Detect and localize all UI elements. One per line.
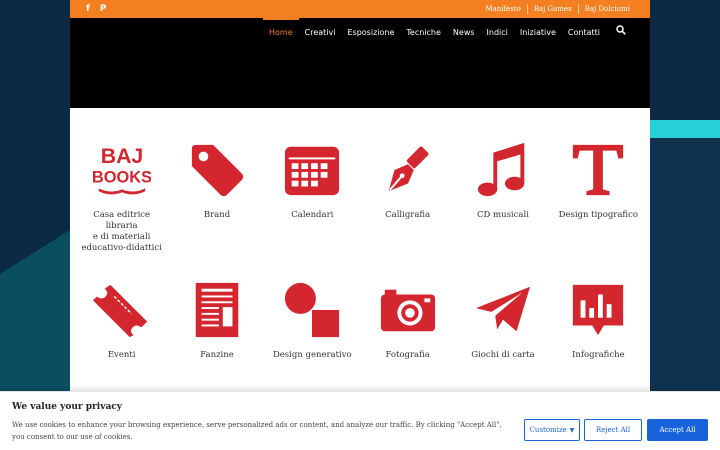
- reject-all-button[interactable]: Reject All: [584, 419, 642, 441]
- background-shape-right: [650, 138, 720, 398]
- page-container: f P Manifesto Baj Games Baj Dolciumi Hom…: [70, 0, 650, 450]
- tile-cd-musicali[interactable]: CD musicali: [455, 140, 550, 254]
- nav-contatti[interactable]: Contatti: [562, 18, 606, 44]
- top-link-baj-games[interactable]: Baj Games: [526, 4, 578, 14]
- nav-esposizione[interactable]: Esposizione: [341, 18, 400, 44]
- camera-icon: [378, 280, 438, 340]
- tile-infografiche[interactable]: Infografiche: [551, 280, 646, 361]
- top-link-baj-dolciumi[interactable]: Baj Dolciumi: [577, 4, 636, 14]
- logo-line-1: BAJ: [100, 144, 143, 168]
- top-link-manifesto[interactable]: Manifesto: [479, 4, 526, 14]
- tile-design-generativo[interactable]: Design generativo: [265, 280, 360, 361]
- tile-label: Fanzine: [200, 350, 234, 360]
- nav-iniziative[interactable]: Iniziative: [514, 18, 562, 44]
- tile-calendari[interactable]: Calendari: [265, 140, 360, 254]
- calendar-icon: [282, 140, 342, 200]
- tile-calligrafia[interactable]: Calligrafia: [360, 140, 455, 254]
- tile-design-tipografico[interactable]: Design tipografico: [551, 140, 646, 254]
- tile-label: Giochi di carta: [471, 350, 535, 360]
- nav-creativi[interactable]: Creativi: [299, 18, 342, 44]
- tile-brand[interactable]: Brand: [169, 140, 264, 254]
- tile-label: Calendari: [291, 210, 334, 220]
- chart-bubble-icon: [568, 280, 628, 340]
- customize-button[interactable]: Customize ▼: [524, 419, 580, 441]
- baj-books-logo: BAJ BOOKS: [92, 140, 152, 200]
- nav-indici[interactable]: Indici: [481, 18, 514, 44]
- top-bar: f P Manifesto Baj Games Baj Dolciumi: [70, 0, 650, 18]
- typography-t-icon: [568, 140, 628, 200]
- search-icon[interactable]: [606, 18, 626, 44]
- paper-plane-icon: [473, 280, 533, 340]
- tag-icon: [187, 140, 247, 200]
- tile-eventi[interactable]: Eventi: [74, 280, 169, 361]
- pinterest-icon[interactable]: P: [100, 4, 107, 14]
- tile-label: Fotografia: [385, 350, 430, 360]
- ticket-icon: [92, 280, 152, 340]
- tile-label: CD musicali: [477, 210, 529, 220]
- tile-giochi-di-carta[interactable]: Giochi di carta: [455, 280, 550, 361]
- category-grid: BAJ BOOKS Casa editrice libraria e di ma…: [70, 140, 650, 361]
- customize-label: Customize: [529, 426, 567, 434]
- tile-label: Design generativo: [272, 350, 352, 360]
- nav-home[interactable]: Home: [263, 18, 299, 44]
- facebook-icon[interactable]: f: [86, 4, 90, 14]
- music-note-icon: [473, 140, 533, 200]
- tile-label: Design tipografico: [558, 210, 638, 220]
- top-links: Manifesto Baj Games Baj Dolciumi: [479, 4, 636, 14]
- main-nav: Home Creativi Esposizione Tecniche News …: [263, 18, 626, 44]
- nav-tecniche[interactable]: Tecniche: [400, 18, 447, 44]
- tile-label: Brand: [203, 210, 231, 220]
- shapes-icon: [282, 280, 342, 340]
- cookie-text: We use cookies to enhance your browsing …: [12, 421, 502, 441]
- tile-label: Eventi: [107, 350, 136, 360]
- header: Home Creativi Esposizione Tecniche News …: [70, 18, 650, 108]
- caret-down-icon: ▼: [569, 426, 575, 434]
- newspaper-icon: [187, 280, 247, 340]
- tile-label: Casa editrice libraria e di materiali ed…: [81, 210, 162, 253]
- fountain-pen-icon: [378, 140, 438, 200]
- nav-news[interactable]: News: [447, 18, 481, 44]
- tile-fotografia[interactable]: Fotografia: [360, 280, 455, 361]
- tile-casa-editrice[interactable]: BAJ BOOKS Casa editrice libraria e di ma…: [74, 140, 169, 254]
- category-row-1: BAJ BOOKS Casa editrice libraria e di ma…: [70, 140, 650, 254]
- accept-all-button[interactable]: Accept All: [647, 419, 708, 441]
- social-links: f P: [86, 4, 107, 14]
- category-row-2: Eventi Fanzine Design generativo Fotogra…: [70, 280, 650, 361]
- tile-label: Infografiche: [572, 350, 625, 360]
- tile-fanzine[interactable]: Fanzine: [169, 280, 264, 361]
- tile-label: Calligrafia: [385, 210, 431, 220]
- background-accent-stripe: [650, 120, 720, 138]
- cookie-banner: We value your privacy We use cookies to …: [0, 391, 720, 450]
- logo-line-2: BOOKS: [93, 169, 151, 187]
- cookie-title: We value your privacy: [12, 402, 122, 412]
